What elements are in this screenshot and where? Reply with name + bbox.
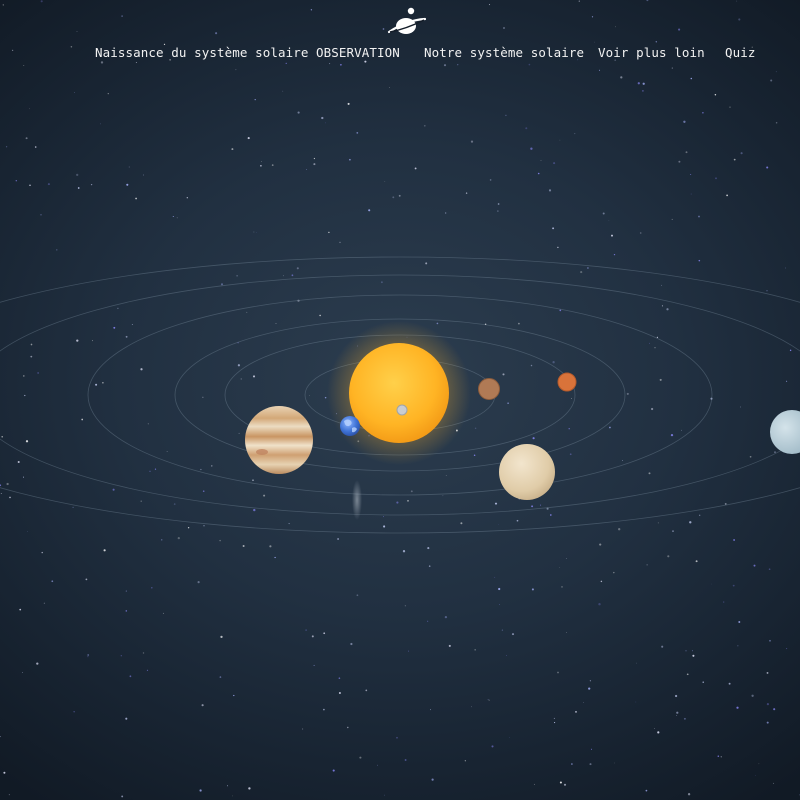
main-navigation: Naissance du système solaire OBSERVATION…: [0, 45, 800, 63]
planet-brown[interactable]: [478, 378, 500, 400]
nav-link-observation[interactable]: OBSERVATION: [316, 45, 400, 60]
sun[interactable]: [327, 321, 471, 465]
nav-link-naissance[interactable]: Naissance du système solaire: [95, 45, 309, 60]
planet-logo-icon[interactable]: [387, 6, 427, 38]
planet-earth[interactable]: [340, 416, 360, 436]
planet-mars[interactable]: [557, 372, 577, 392]
nav-link-quiz[interactable]: Quiz: [725, 45, 756, 60]
page: Naissance du système solaire OBSERVATION…: [0, 0, 800, 800]
planet-jupiter[interactable]: [245, 406, 313, 474]
planet-venus[interactable]: [499, 444, 555, 500]
planet-uranus[interactable]: [770, 410, 800, 454]
nav-link-voir-plus-loin[interactable]: Voir plus loin: [598, 45, 705, 60]
planet-mercury[interactable]: [396, 404, 408, 416]
solar-system-view: [0, 256, 800, 534]
nav-link-notre-systeme[interactable]: Notre système solaire: [424, 45, 584, 60]
galaxy-smudge: [352, 480, 362, 520]
